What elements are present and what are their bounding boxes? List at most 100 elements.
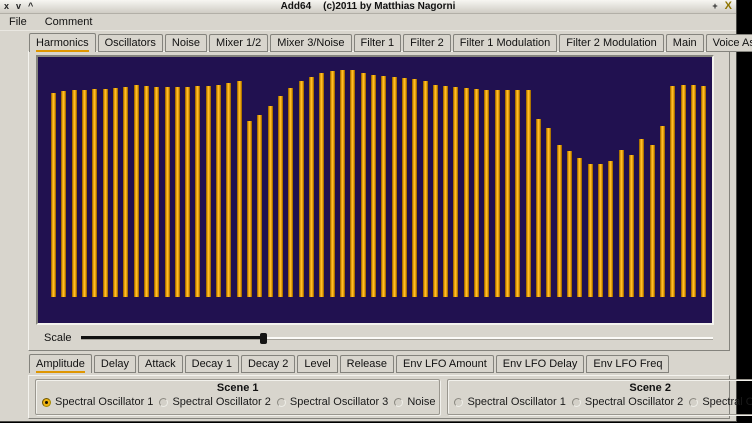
scene-2-radio-spectral-oscillator-1[interactable]: Spectral Oscillator 1 [454,396,565,408]
harmonic-bar-29[interactable] [340,70,345,297]
harmonic-bar-26[interactable] [309,77,314,297]
menu-comment[interactable]: Comment [43,15,95,29]
harmonic-bar-10[interactable] [144,86,149,297]
harmonic-bar-11[interactable] [154,87,159,297]
harmonic-bar-47[interactable] [526,90,531,297]
harmonic-bar-37[interactable] [423,81,428,297]
harmonic-bar-13[interactable] [175,87,180,297]
env-tab-env-lfo-delay[interactable]: Env LFO Delay [496,355,585,373]
harmonic-bar-32[interactable] [371,75,376,297]
harmonic-bar-54[interactable] [598,164,603,297]
harmonic-bar-40[interactable] [453,87,458,297]
env-tab-amplitude[interactable]: Amplitude [29,354,92,373]
harmonic-bar-44[interactable] [495,90,500,297]
harmonic-bar-8[interactable] [123,87,128,297]
env-tab-attack[interactable]: Attack [138,355,183,373]
harmonic-bar-27[interactable] [319,73,324,297]
tab-harmonics[interactable]: Harmonics [29,33,96,52]
harmonic-bar-31[interactable] [361,73,366,297]
harmonic-bar-24[interactable] [288,88,293,297]
radio-button-icon[interactable] [277,398,286,407]
env-tab-decay-1[interactable]: Decay 1 [185,355,239,373]
harmonic-bar-57[interactable] [629,155,634,297]
harmonic-bar-45[interactable] [505,90,510,297]
scene-2-radio-spectral-oscillator-2[interactable]: Spectral Oscillator 2 [572,396,683,408]
harmonic-bar-25[interactable] [299,81,304,297]
titlebar-kill-button[interactable]: X [725,2,732,11]
harmonic-bar-19[interactable] [237,81,242,297]
radio-button-icon[interactable] [394,398,403,407]
harmonic-bar-21[interactable] [257,115,262,297]
harmonic-bar-35[interactable] [402,78,407,297]
scene-1-radio-spectral-oscillator-1[interactable]: Spectral Oscillator 1 [42,396,153,408]
harmonic-bar-42[interactable] [474,89,479,297]
menu-file[interactable]: File [7,15,29,29]
harmonic-bar-18[interactable] [226,83,231,297]
harmonic-bar-64[interactable] [701,86,706,297]
scene-1-radio-spectral-oscillator-3[interactable]: Spectral Oscillator 3 [277,396,388,408]
harmonic-bar-36[interactable] [412,79,417,297]
env-tab-decay-2[interactable]: Decay 2 [241,355,295,373]
titlebar-plus-button[interactable]: + [712,2,717,11]
harmonic-bar-41[interactable] [464,88,469,297]
harmonic-bar-33[interactable] [381,76,386,297]
scale-slider-handle[interactable] [260,333,267,344]
harmonic-bar-6[interactable] [103,89,108,297]
tab-filter-1-modulation[interactable]: Filter 1 Modulation [453,34,558,52]
harmonics-chart[interactable] [36,55,714,325]
tab-noise[interactable]: Noise [165,34,207,52]
tab-filter-2[interactable]: Filter 2 [403,34,451,52]
tab-filter-2-modulation[interactable]: Filter 2 Modulation [559,34,664,52]
harmonic-bar-23[interactable] [278,96,283,297]
titlebar-raise-button[interactable]: ^ [28,2,33,11]
env-tab-env-lfo-amount[interactable]: Env LFO Amount [396,355,494,373]
harmonic-bar-52[interactable] [577,158,582,297]
harmonic-bar-60[interactable] [660,126,665,297]
harmonic-bar-49[interactable] [546,128,551,297]
harmonic-bar-22[interactable] [268,106,273,297]
harmonic-bar-51[interactable] [567,151,572,297]
scene-1-radio-spectral-oscillator-2[interactable]: Spectral Oscillator 2 [159,396,270,408]
harmonic-bar-59[interactable] [650,145,655,297]
harmonic-bar-39[interactable] [443,86,448,297]
harmonic-bar-58[interactable] [639,139,644,297]
tab-oscillators[interactable]: Oscillators [98,34,163,52]
scene-2-radio-spectral-oscillator-3[interactable]: Spectral Oscillator 3 [689,396,752,408]
scene-1-radio-noise[interactable]: Noise [394,396,435,408]
harmonic-bar-2[interactable] [61,91,66,297]
env-tab-level[interactable]: Level [297,355,337,373]
radio-button-icon[interactable] [159,398,168,407]
harmonic-bar-43[interactable] [484,90,489,297]
env-tab-delay[interactable]: Delay [94,355,136,373]
harmonic-bar-53[interactable] [588,164,593,297]
env-tab-env-lfo-freq[interactable]: Env LFO Freq [586,355,669,373]
titlebar-close-button[interactable]: x [4,2,9,11]
radio-button-icon[interactable] [454,398,463,407]
harmonic-bar-61[interactable] [670,86,675,297]
harmonic-bar-1[interactable] [51,93,56,297]
titlebar-lower-button[interactable]: v [16,2,21,11]
harmonic-bar-14[interactable] [185,87,190,297]
harmonic-bar-50[interactable] [557,145,562,297]
radio-button-icon[interactable] [42,398,51,407]
harmonic-bar-3[interactable] [72,90,77,297]
tab-filter-1[interactable]: Filter 1 [354,34,402,52]
harmonic-bar-5[interactable] [92,89,97,297]
harmonic-bar-56[interactable] [619,150,624,297]
scale-slider[interactable] [81,331,713,345]
radio-button-icon[interactable] [572,398,581,407]
tab-mixer-3-noise[interactable]: Mixer 3/Noise [270,34,351,52]
env-tab-release[interactable]: Release [340,355,394,373]
tab-main[interactable]: Main [666,34,704,52]
harmonic-bar-12[interactable] [165,87,170,297]
harmonic-bar-15[interactable] [195,86,200,297]
harmonic-bar-7[interactable] [113,88,118,297]
tab-mixer-1-2[interactable]: Mixer 1/2 [209,34,268,52]
titlebar[interactable]: xv^ Add64 (c)2011 by Matthias Nagorni +X [0,0,736,14]
harmonic-bar-34[interactable] [392,77,397,297]
harmonic-bar-48[interactable] [536,119,541,297]
harmonic-bar-28[interactable] [330,71,335,297]
harmonic-bar-17[interactable] [216,85,221,297]
harmonic-bar-63[interactable] [691,85,696,297]
harmonic-bar-30[interactable] [350,70,355,297]
